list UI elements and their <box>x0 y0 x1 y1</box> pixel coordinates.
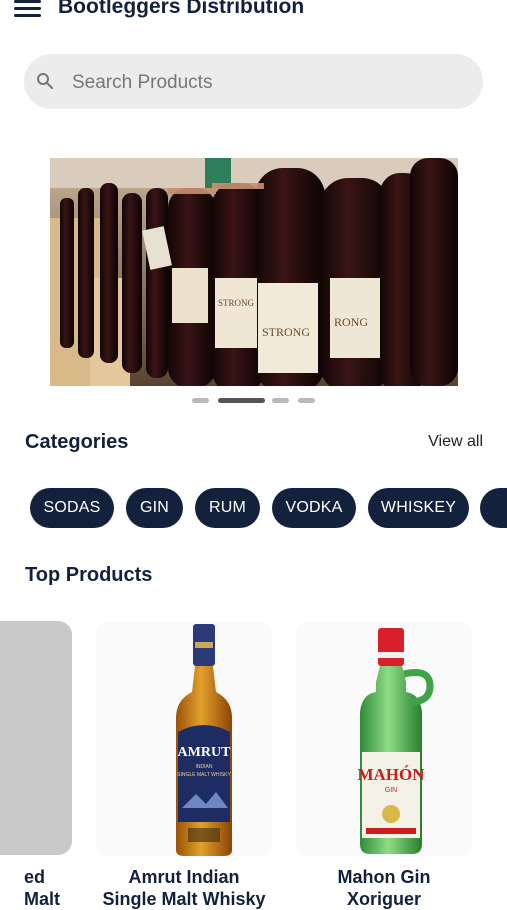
carousel-dot[interactable] <box>298 398 315 403</box>
category-chip-sodas[interactable]: SODAS <box>30 488 114 528</box>
categories-title: Categories <box>25 431 129 453</box>
product-image-amrut[interactable]: AMRUT INDIAN SINGLE MALT WHISKY <box>96 622 272 856</box>
product-name-line2: Single Malt Whisky <box>102 889 266 909</box>
view-all-link[interactable]: View all <box>428 433 483 451</box>
hamburger-menu-icon[interactable] <box>14 0 42 20</box>
svg-text:MAHÓN: MAHÓN <box>357 765 425 784</box>
svg-text:STRONG: STRONG <box>262 325 310 339</box>
carousel-dot[interactable] <box>272 398 289 403</box>
product-name-line1: Amrut Indian <box>128 867 240 887</box>
carousel-dot[interactable] <box>192 398 209 403</box>
product-name-line2: Malt <box>24 889 60 909</box>
product-name-partial[interactable]: ed Malt <box>24 866 60 910</box>
product-name-line2: Xoriguer <box>346 889 421 909</box>
carousel-dots <box>0 398 507 406</box>
product-name-mahon-gin[interactable]: Mahon Gin Xoriguer <box>296 866 472 910</box>
product-card-partial[interactable] <box>0 621 72 855</box>
svg-text:GIN: GIN <box>385 787 397 794</box>
product-name-amrut[interactable]: Amrut Indian Single Malt Whisky <box>96 866 272 910</box>
svg-text:RONG: RONG <box>334 315 368 329</box>
svg-text:AMRUT: AMRUT <box>178 745 232 760</box>
svg-text:STRONG: STRONG <box>218 298 255 308</box>
category-chip-gin[interactable]: GIN <box>126 488 183 528</box>
search-icon <box>37 73 53 89</box>
top-products-title: Top Products <box>25 564 153 586</box>
svg-text:SINGLE MALT WHISKY: SINGLE MALT WHISKY <box>177 772 231 778</box>
banner-image[interactable]: STRONG RONG STRONG <box>50 158 458 386</box>
wine-bottles-shelf-image: STRONG RONG STRONG <box>50 158 458 386</box>
category-chip-rum[interactable]: RUM <box>195 488 260 528</box>
svg-text:INDIAN: INDIAN <box>196 764 213 770</box>
mahon-gin-bottle-image: MAHÓN GIN <box>357 628 434 854</box>
category-chip-whiskey[interactable]: WHISKEY <box>368 488 469 528</box>
product-name-line1: ed <box>24 867 46 887</box>
search-input[interactable] <box>70 62 474 104</box>
category-chip-partial[interactable] <box>480 488 507 528</box>
product-name-line1: Mahon Gin <box>337 867 431 887</box>
app-header: Bootleggers Distribution <box>0 0 507 26</box>
category-chip-vodka[interactable]: VODKA <box>272 488 356 528</box>
carousel-dot-active[interactable] <box>218 398 265 403</box>
app-title: Bootleggers Distribution <box>58 0 305 18</box>
amrut-bottle-image: AMRUT INDIAN SINGLE MALT WHISKY <box>176 624 232 856</box>
product-image-mahon-gin[interactable]: MAHÓN GIN <box>296 622 472 856</box>
